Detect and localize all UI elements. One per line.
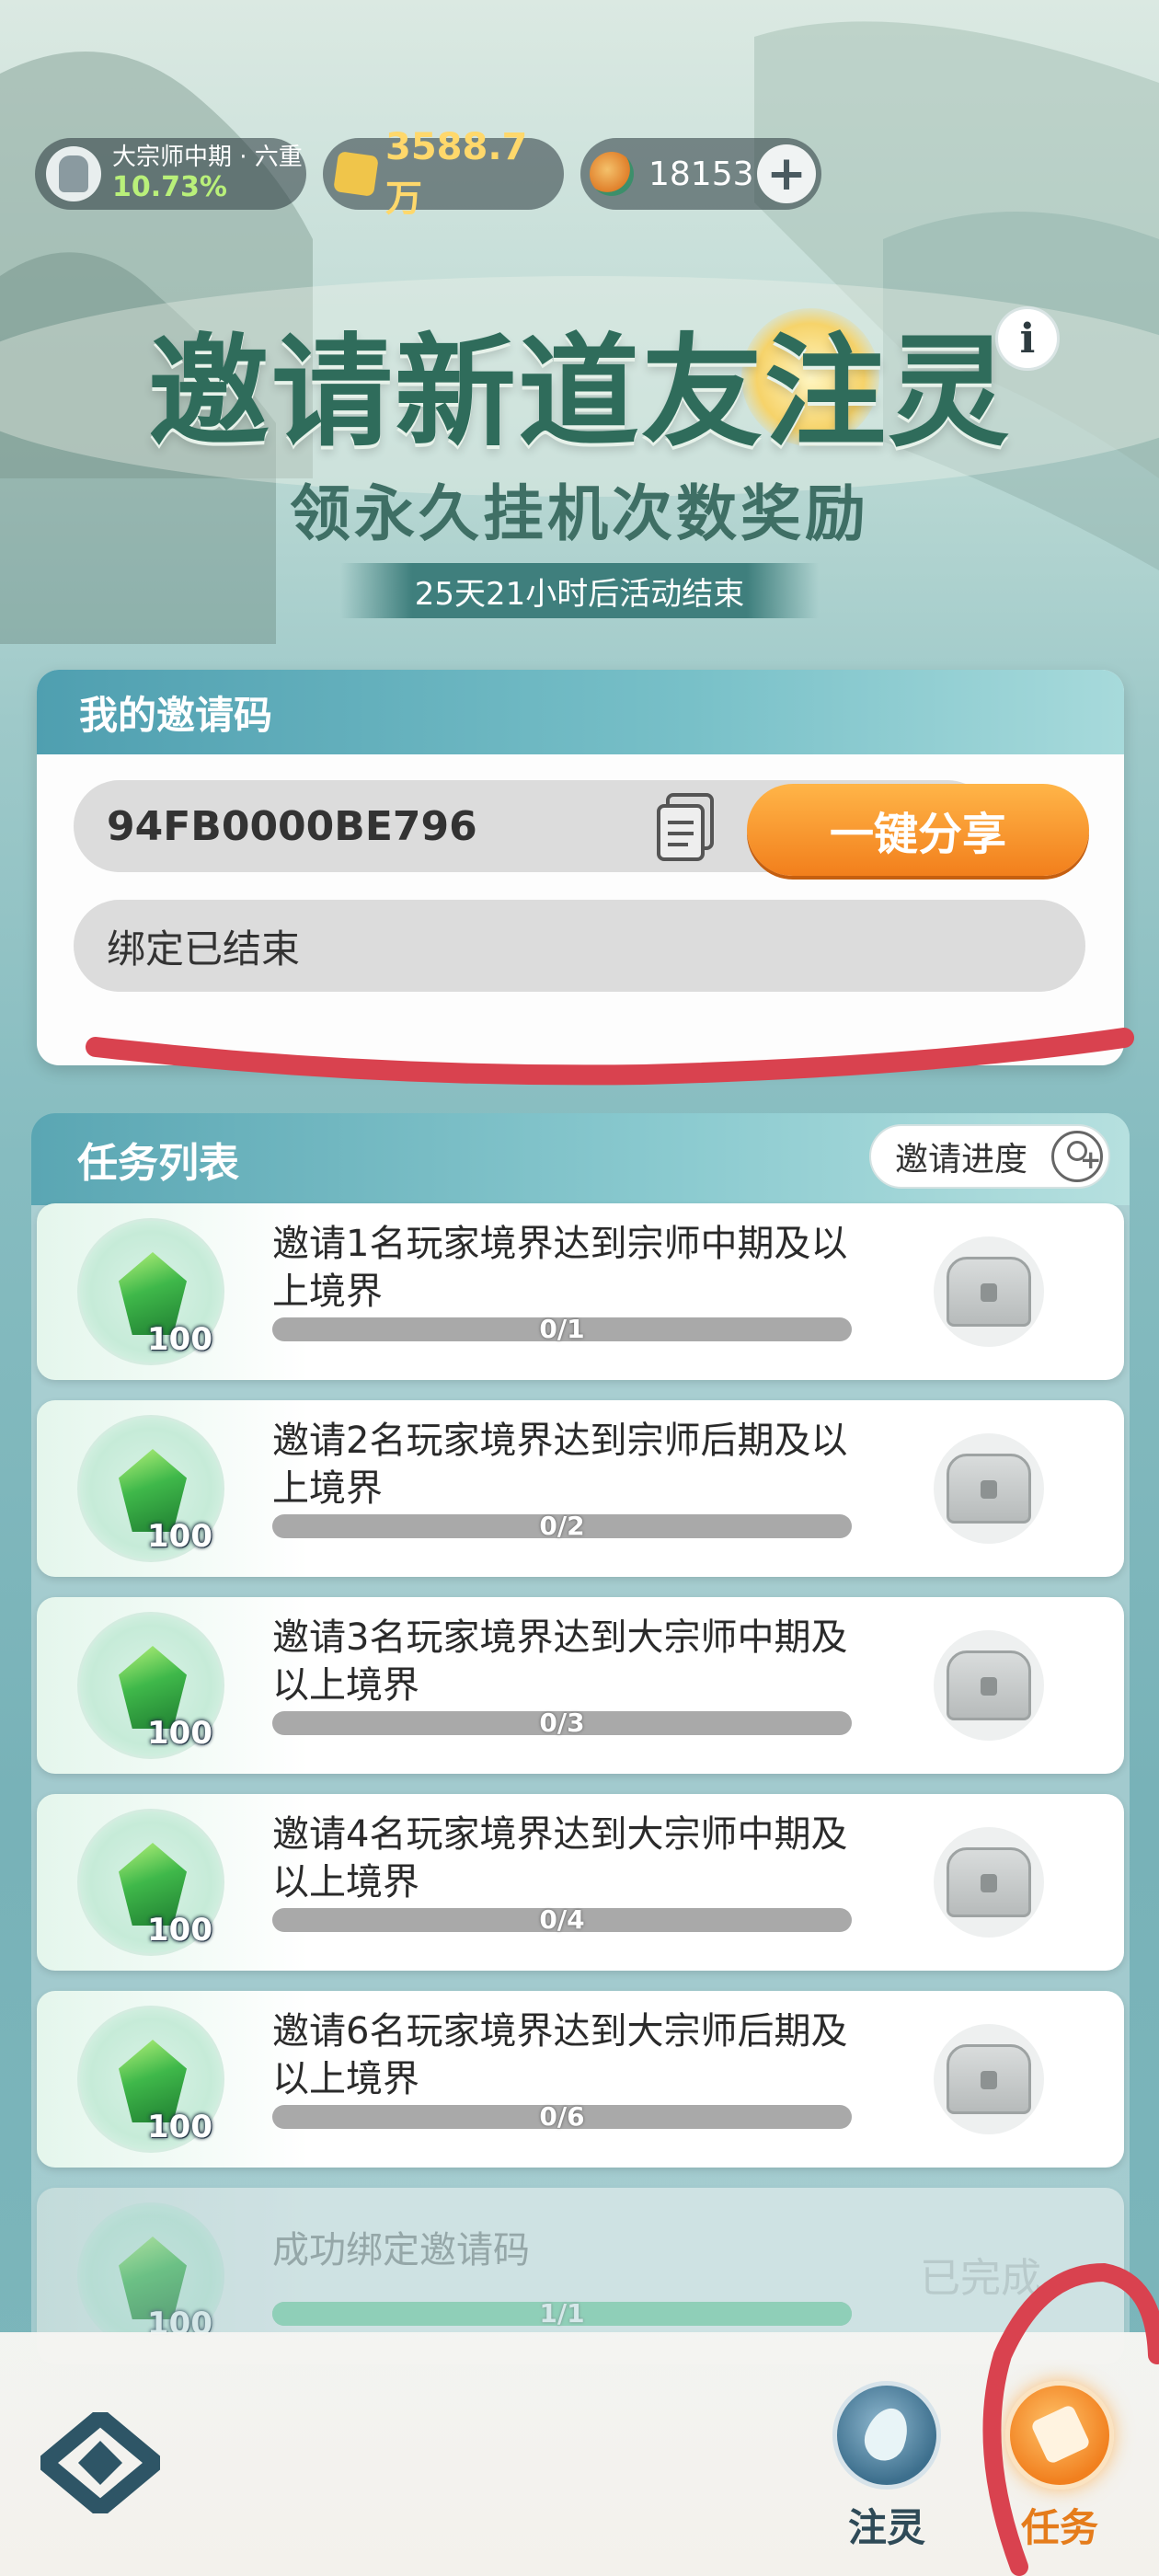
task-row[interactable]: 100 邀请4名玩家境界达到大宗师中期及以上境界 0/4 <box>37 1794 1124 1971</box>
task-progress-label: 1/1 <box>539 2298 585 2329</box>
status-bar: 大宗师中期 · 六重 10.73% 3588.7万 18153 + <box>35 126 821 220</box>
rank-percent: 10.73% <box>112 170 227 203</box>
nav-spirit[interactable]: 注灵 <box>822 2381 951 2553</box>
task-progress-bar: 0/1 <box>272 1314 852 1344</box>
invite-progress-label: 邀请进度 <box>895 1141 1028 1179</box>
jade-value: 18153 <box>648 155 754 193</box>
jade-currency: 18153 + <box>580 138 821 210</box>
rank-pill[interactable]: 大宗师中期 · 六重 10.73% <box>35 138 306 210</box>
reward-count: 100 <box>147 1912 212 1949</box>
bind-code-field[interactable]: 绑定已结束 <box>74 900 1085 992</box>
reward-count: 100 <box>147 2109 212 2145</box>
reward-count: 100 <box>147 1518 212 1555</box>
countdown-text: 25天21小时后活动结束 <box>414 575 745 613</box>
task-progress-label: 0/3 <box>539 1708 585 1738</box>
task-status-label: 已完成 <box>920 2255 1041 2302</box>
task-description: 邀请2名玩家境界达到宗师后期及以上境界 <box>272 1420 848 1510</box>
reward-chest-button[interactable] <box>934 1236 1044 1347</box>
treasure-chest-icon <box>947 1847 1031 1917</box>
gold-currency: 3588.7万 <box>323 126 564 220</box>
nav-task[interactable]: 任务 <box>995 2381 1124 2553</box>
treasure-chest-icon <box>947 2044 1031 2114</box>
gold-value: 3588.7万 <box>385 126 528 220</box>
spirit-icon <box>832 2381 941 2490</box>
task-description: 邀请1名玩家境界达到宗师中期及以上境界 <box>272 1223 848 1313</box>
reward-count: 100 <box>147 1715 212 1752</box>
nav-spirit-label: 注灵 <box>847 2505 925 2550</box>
info-button[interactable]: i <box>995 306 1060 371</box>
task-description: 邀请3名玩家境界达到大宗师中期及以上境界 <box>272 1616 848 1707</box>
task-progress-label: 0/2 <box>539 1511 585 1541</box>
countdown-banner: 25天21小时后活动结束 <box>340 563 819 618</box>
rank-title: 大宗师中期 · 六重 <box>112 143 303 171</box>
reward-chest-button[interactable] <box>934 2024 1044 2134</box>
page-title: 邀请新道友注灵 <box>148 322 1011 464</box>
task-progress-label: 0/6 <box>539 2101 585 2132</box>
invite-code-value: 94FB0000BE796 <box>107 802 477 850</box>
gold-icon <box>333 151 379 197</box>
task-progress-bar: 1/1 <box>272 2298 852 2329</box>
task-row[interactable]: 100 邀请6名玩家境界达到大宗师后期及以上境界 0/6 <box>37 1991 1124 2168</box>
reward-chest-button[interactable] <box>934 1827 1044 1938</box>
nav-task-label: 任务 <box>1020 2505 1098 2550</box>
task-icon <box>1005 2381 1114 2490</box>
page-subtitle: 领永久挂机次数奖励 <box>290 478 869 549</box>
task-progress-bar: 0/6 <box>272 2101 852 2132</box>
task-row[interactable]: 100 邀请2名玩家境界达到宗师后期及以上境界 0/2 <box>37 1400 1124 1577</box>
avatar <box>46 146 101 201</box>
bottom-nav-bar <box>0 2332 1159 2576</box>
game-logo-icon[interactable] <box>40 2412 160 2513</box>
invite-card-title: 我的邀请码 <box>37 670 1124 754</box>
treasure-chest-icon <box>947 1650 1031 1720</box>
reward-chest-button[interactable] <box>934 1630 1044 1741</box>
task-progress-bar: 0/2 <box>272 1511 852 1541</box>
task-row[interactable]: 100 邀请1名玩家境界达到宗师中期及以上境界 0/1 <box>37 1203 1124 1380</box>
task-list-title: 任务列表 <box>77 1140 239 1187</box>
task-progress-label: 0/4 <box>539 1904 585 1935</box>
task-row[interactable]: 100 邀请3名玩家境界达到大宗师中期及以上境界 0/3 <box>37 1597 1124 1774</box>
task-progress-bar: 0/4 <box>272 1904 852 1935</box>
jade-icon <box>590 152 634 196</box>
task-description: 成功绑定邀请码 <box>272 2229 530 2271</box>
task-progress-bar: 0/3 <box>272 1708 852 1738</box>
invite-code-card: 我的邀请码 94FB0000BE796 一键分享 绑定已结束 <box>37 670 1124 1065</box>
add-user-icon <box>1051 1131 1103 1182</box>
task-progress-label: 0/1 <box>539 1314 585 1344</box>
reward-chest-button[interactable] <box>934 1433 1044 1544</box>
treasure-chest-icon <box>947 1257 1031 1327</box>
add-currency-button[interactable]: + <box>757 144 816 203</box>
share-button[interactable]: 一键分享 <box>747 784 1089 876</box>
task-description: 邀请6名玩家境界达到大宗师后期及以上境界 <box>272 2010 848 2100</box>
reward-count: 100 <box>147 1321 212 1358</box>
invite-progress-button[interactable]: 邀请进度 <box>869 1124 1110 1189</box>
treasure-chest-icon <box>947 1454 1031 1524</box>
bind-status-text: 绑定已结束 <box>107 926 301 972</box>
copy-icon[interactable] <box>655 791 717 863</box>
task-description: 邀请4名玩家境界达到大宗师中期及以上境界 <box>272 1813 848 1903</box>
